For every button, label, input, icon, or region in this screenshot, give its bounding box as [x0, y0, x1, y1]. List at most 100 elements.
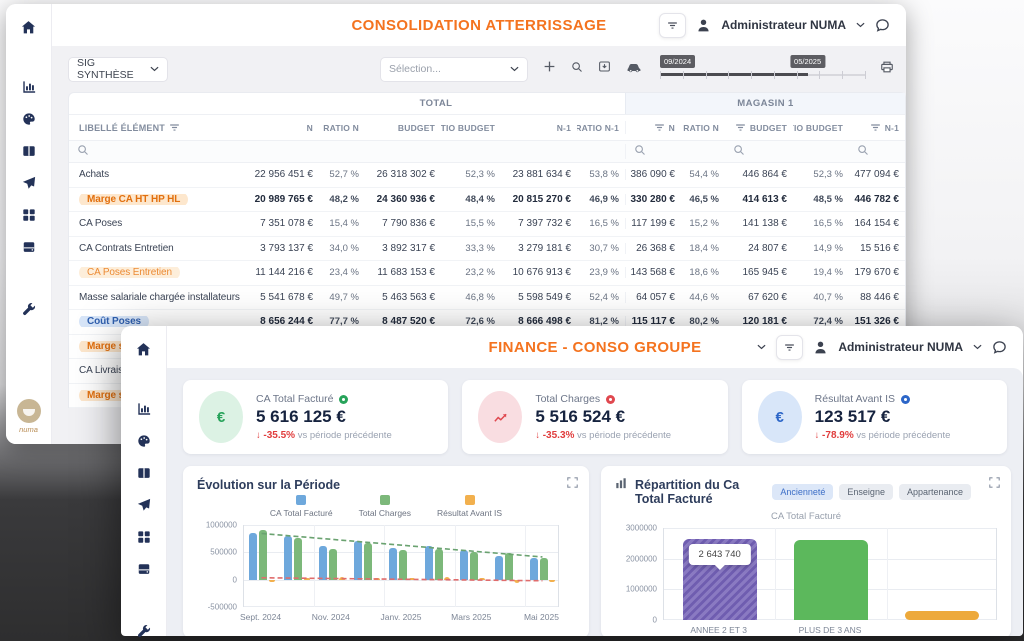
column-search-input[interactable]: [725, 144, 793, 159]
cell: 48,5 %: [793, 194, 849, 205]
sidebar-item-journal[interactable]: [14, 235, 44, 259]
sidebar-item-layout-columns[interactable]: [129, 461, 159, 485]
tab-enseigne[interactable]: Enseigne: [839, 484, 893, 500]
kpi-delta: ↓ -35.3% vs période précédente: [535, 430, 671, 441]
legend-label: Résultat Avant IS: [437, 508, 502, 518]
view-select[interactable]: SIG SYNTHÈSE: [68, 57, 168, 82]
column-header[interactable]: N: [625, 121, 681, 134]
sidebar-item-layout-columns[interactable]: [14, 139, 44, 163]
cell: 3 793 137 €: [247, 243, 319, 254]
car-icon[interactable]: [626, 60, 642, 78]
column-search-input[interactable]: [69, 144, 247, 159]
cell: 53,8 %: [577, 169, 625, 180]
cell: 23 881 634 €: [501, 169, 577, 180]
sidebar-item-wrench[interactable]: [129, 619, 159, 641]
column-header[interactable]: RATIO BUDGET: [793, 123, 849, 133]
sidebar-item-home[interactable]: [129, 337, 159, 361]
sidebar-item-journal[interactable]: [129, 557, 159, 581]
sidebar-item-grid[interactable]: [14, 203, 44, 227]
column-header-libelle[interactable]: LIBELLÉ ÉLÉMENT: [69, 121, 247, 134]
trend-lines: [244, 525, 560, 607]
cell: 7 397 732 €: [501, 218, 577, 229]
table-row[interactable]: CA Contrats Entretien3 793 137 €34,0 %3 …: [69, 237, 905, 262]
header-caret-icon[interactable]: [757, 344, 766, 350]
charts-row: Évolution sur la Période CA Total Factur…: [183, 466, 1007, 636]
sidebar-item-palette[interactable]: [129, 429, 159, 453]
tab-ancienneté[interactable]: Ancienneté: [772, 484, 833, 500]
period-range-slider[interactable]: 09/2024 05/2025: [660, 54, 865, 84]
kpi-value: 5 516 524 €: [535, 407, 671, 427]
sidebar-item-bar-chart[interactable]: [129, 397, 159, 421]
sidebar-item-send[interactable]: [129, 493, 159, 517]
sidebar-item-home[interactable]: [14, 15, 44, 39]
chevron-down-icon: [510, 63, 519, 75]
range-start-badge[interactable]: 09/2024: [660, 55, 695, 68]
cell: 330 280 €: [625, 194, 681, 205]
chart-bar: [794, 540, 868, 620]
kpi-label: Résultat Avant IS: [815, 393, 951, 405]
search-icon: [733, 144, 745, 156]
evolution-yaxis: 10000005000000-500000: [197, 525, 243, 607]
chevron-down-icon: [150, 63, 159, 75]
chat-button[interactable]: [992, 340, 1007, 355]
sidebar-item-wrench[interactable]: [14, 297, 44, 321]
column-header[interactable]: RATIO N-1: [577, 123, 625, 133]
search-button[interactable]: [571, 60, 583, 78]
column-header[interactable]: BUDGET: [725, 121, 793, 134]
column-header[interactable]: RATIO N: [681, 123, 725, 133]
cell: 26 368 €: [625, 243, 681, 254]
table-row[interactable]: CA Poses Entretien11 144 216 €23,4 %11 6…: [69, 261, 905, 286]
table-row[interactable]: Achats22 956 451 €52,7 %26 318 302 €52,3…: [69, 163, 905, 188]
column-header[interactable]: RATIO BUDGET: [441, 123, 501, 133]
user-name: Administrateur NUMA: [721, 18, 846, 32]
cell: 33,3 %: [441, 243, 501, 254]
filter-button[interactable]: [659, 13, 686, 38]
table-row[interactable]: CA Poses7 351 078 €15,4 %7 790 836 €15,5…: [69, 212, 905, 237]
row-label: CA Poses: [69, 218, 247, 229]
cell: 414 613 €: [725, 194, 793, 205]
table-row[interactable]: Masse salariale chargée installateurs5 5…: [69, 286, 905, 311]
print-button[interactable]: [880, 60, 894, 79]
axis-tick-label: 1000000: [626, 585, 657, 594]
user-menu-caret-icon[interactable]: [856, 22, 865, 28]
fullscreen-icon[interactable]: [989, 475, 1000, 493]
down-arrow-icon: ↓: [535, 430, 542, 441]
column-header[interactable]: N: [247, 123, 319, 133]
filter-button[interactable]: [776, 335, 803, 360]
column-header[interactable]: BUDGET: [365, 123, 441, 133]
evolution-legend: CA Total FacturéTotal ChargesRésultat Av…: [197, 495, 575, 518]
kpi-delta-pct: -35.5%: [263, 430, 295, 441]
column-header[interactable]: N-1: [849, 121, 905, 134]
filter-icon: [653, 121, 666, 134]
axis-tick-label: 2000000: [626, 554, 657, 563]
sidebar-item-bar-chart[interactable]: [14, 75, 44, 99]
sidebar-item-send[interactable]: [14, 171, 44, 195]
evolution-chart-card: Évolution sur la Période CA Total Factur…: [183, 466, 589, 636]
cell: 15,5 %: [441, 218, 501, 229]
column-header[interactable]: RATIO N: [319, 123, 365, 133]
cell: 20 989 765 €: [247, 194, 319, 205]
export-button[interactable]: [598, 60, 611, 78]
chat-button[interactable]: [875, 18, 890, 33]
add-button[interactable]: [543, 60, 556, 78]
table-row[interactable]: Marge CA HT HP HL20 989 765 €48,2 %24 36…: [69, 188, 905, 213]
sidebar-item-grid[interactable]: [129, 525, 159, 549]
column-header[interactable]: N-1: [501, 123, 577, 133]
column-search-input[interactable]: [625, 144, 681, 159]
user-name: Administrateur NUMA: [838, 340, 963, 354]
table-group-row: TOTALMAGASIN 1: [69, 93, 905, 115]
tab-appartenance[interactable]: Appartenance: [899, 484, 971, 500]
numa-logo-text: numa: [19, 425, 38, 434]
user-menu-caret-icon[interactable]: [973, 344, 982, 350]
range-end-badge[interactable]: 05/2025: [790, 55, 825, 68]
fullscreen-icon[interactable]: [567, 475, 578, 493]
stopwatch-badge-icon: [901, 395, 910, 404]
cell: 5 541 678 €: [247, 292, 319, 303]
kpi-value: 5 616 125 €: [256, 407, 392, 427]
column-search-input[interactable]: [849, 144, 905, 159]
axis-tick-label: Mars 2025: [451, 612, 491, 622]
cell: 54,4 %: [681, 169, 725, 180]
sidebar-item-palette[interactable]: [14, 107, 44, 131]
selection-select[interactable]: Sélection...: [380, 57, 528, 82]
sidebar: numa: [6, 4, 52, 444]
